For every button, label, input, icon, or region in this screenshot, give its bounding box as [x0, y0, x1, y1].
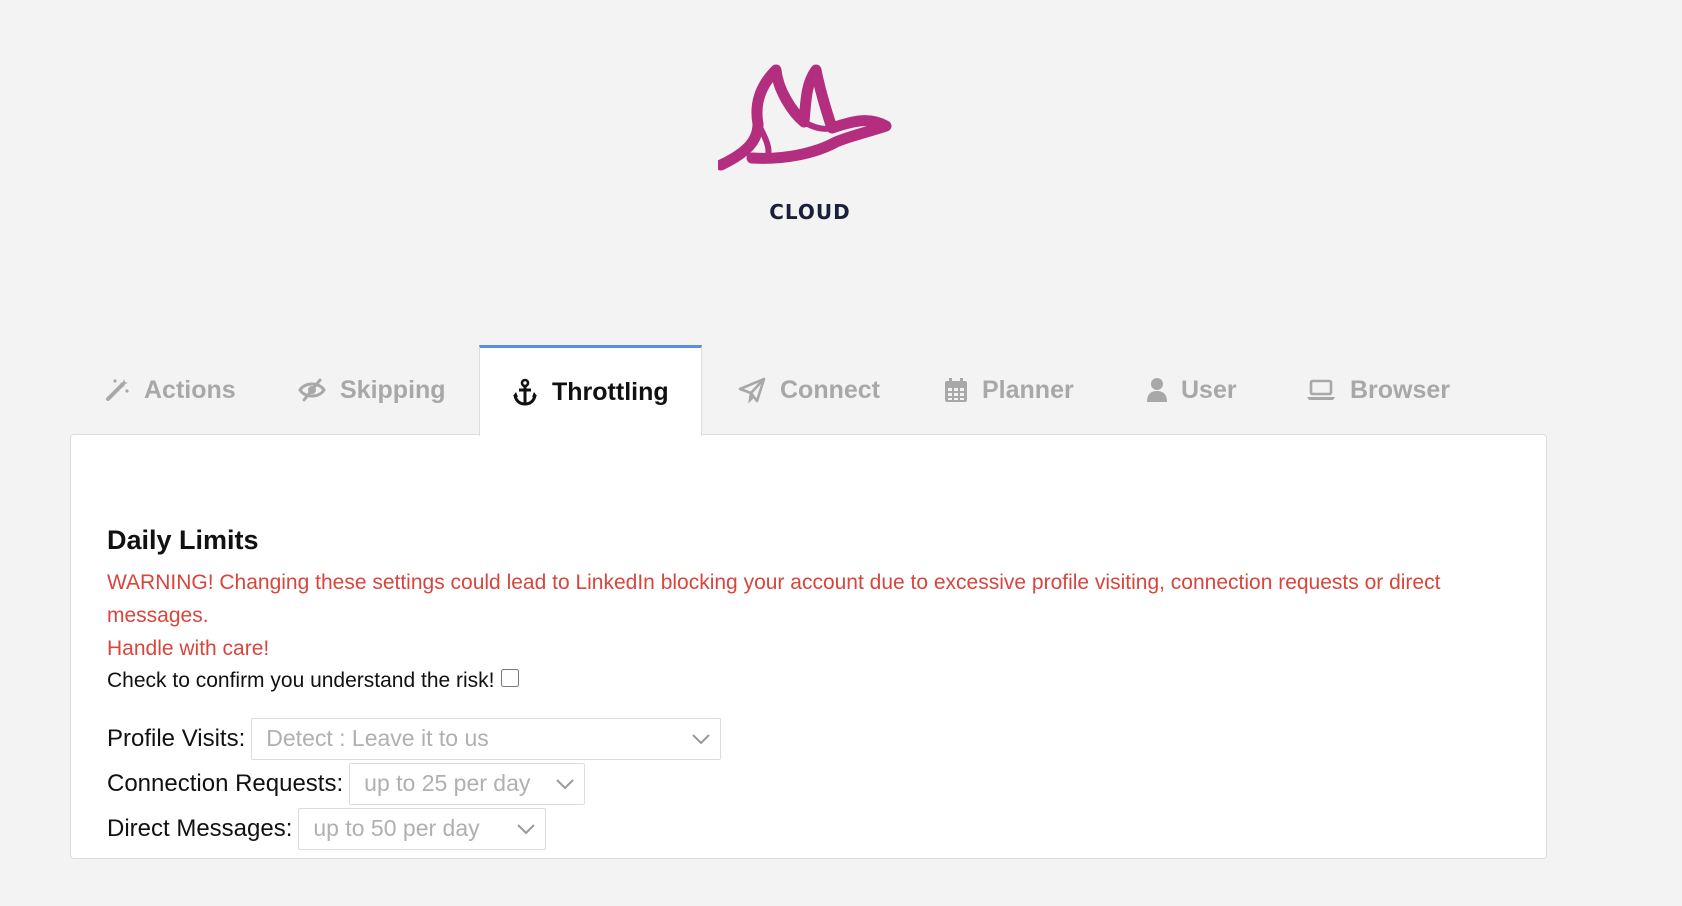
brand-name: CLOUD [769, 200, 851, 224]
risk-confirm-checkbox[interactable] [500, 669, 519, 687]
connection-requests-label: Connection Requests: [107, 769, 344, 797]
anchor-icon [513, 378, 537, 406]
risk-confirm-label: Check to confirm you understand the risk… [107, 669, 495, 692]
risk-confirm: Check to confirm you understand the risk… [107, 665, 1510, 697]
tab-label: Browser [1350, 375, 1451, 404]
tab-label: User [1181, 375, 1237, 404]
brand-logo: CLOUD [700, 60, 920, 240]
warning-text: WARNING! Changing these settings could l… [107, 566, 1510, 665]
select-value: Detect : Leave it to us [266, 725, 489, 751]
select-value: up to 50 per day [313, 815, 480, 841]
tab-actions[interactable]: Actions [104, 345, 236, 435]
tab-planner[interactable]: Planner [944, 345, 1074, 435]
profile-visits-row: Profile Visits: Detect : Leave it to us [107, 717, 1510, 760]
user-icon [1147, 378, 1167, 402]
chevron-down-icon [556, 778, 574, 789]
tab-label: Skipping [340, 375, 446, 404]
profile-visits-label: Profile Visits: [107, 724, 246, 752]
eye-slash-icon [298, 378, 326, 402]
warning-line: WARNING! Changing these settings could l… [107, 571, 1441, 627]
tab-skipping[interactable]: Skipping [298, 345, 446, 435]
direct-messages-select[interactable]: up to 50 per day [298, 807, 547, 850]
laptop-icon [1307, 379, 1335, 400]
connection-requests-row: Connection Requests: up to 25 per day [107, 762, 1510, 805]
limits-form: Profile Visits: Detect : Leave it to us … [107, 717, 1510, 850]
section-title: Daily Limits [107, 525, 259, 555]
magic-wand-icon [106, 379, 129, 401]
warning-line: Handle with care! [107, 637, 270, 660]
tab-label: Connect [780, 375, 880, 404]
direct-messages-row: Direct Messages: up to 50 per day [107, 807, 1510, 850]
settings-tabs: Actions Skipping Throttling Connect Plan… [70, 345, 1550, 436]
tab-connect[interactable]: Connect [738, 345, 880, 435]
chevron-down-icon [517, 823, 536, 834]
paper-plane-icon [738, 377, 766, 403]
chevron-down-icon [692, 733, 710, 744]
select-value: up to 25 per day [364, 770, 531, 796]
throttling-panel: Daily Limits WARNING! Changing these set… [70, 434, 1547, 859]
connection-requests-select[interactable]: up to 25 per day [349, 762, 586, 805]
tab-user[interactable]: User [1147, 345, 1237, 435]
tab-label: Actions [144, 375, 236, 404]
tab-label: Planner [982, 375, 1074, 404]
tab-browser[interactable]: Browser [1306, 345, 1450, 435]
direct-messages-label: Direct Messages: [107, 814, 293, 842]
profile-visits-select[interactable]: Detect : Leave it to us [251, 717, 722, 760]
bird-logo-icon [718, 64, 892, 171]
tab-throttling[interactable]: Throttling [479, 345, 702, 436]
tab-label: Throttling [552, 377, 669, 406]
calendar-icon [945, 378, 967, 402]
